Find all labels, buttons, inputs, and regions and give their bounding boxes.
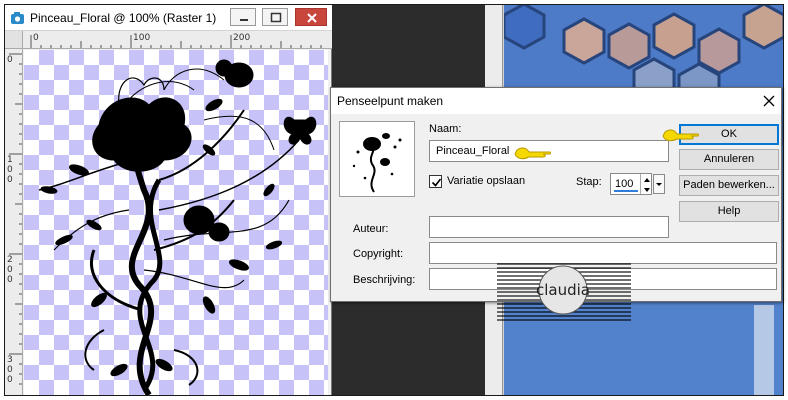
ruler-v-label: 0 [7,375,13,385]
step-value: 100 [615,178,634,190]
spin-up-button[interactable] [641,174,652,184]
save-variation-label: Variatie opslaan [447,175,526,187]
spin-down-button[interactable] [641,184,652,194]
vertical-ruler: 0 1 0 0 2 0 0 3 0 0 [5,49,23,395]
ruler-v-label: 0 [7,275,13,285]
watermark-graphic: claudia [497,263,631,321]
checkmark-icon [431,178,442,187]
ruler-v-label: 1 [7,155,13,165]
close-button[interactable] [295,8,327,26]
app-icon [11,12,24,24]
ruler-v-label: 0 [7,365,13,375]
pointing-hand-icon [514,147,551,160]
watermark-logo: claudia [497,260,631,330]
close-icon[interactable] [759,91,779,111]
step-label: Stap: [576,176,602,188]
document-window[interactable]: Pinceau_Floral @ 100% (Raster 1) 0 100 2… [5,5,332,395]
ruler-label-0: 0 [33,33,39,43]
dialog-title-bar[interactable]: Penseelpunt maken [331,88,781,114]
description-label: Beschrijving: [353,274,416,286]
ruler-label-200: 200 [233,33,251,43]
author-field[interactable] [429,216,669,238]
brush-preview [339,121,415,197]
minimize-button[interactable] [230,8,256,26]
step-spinner[interactable] [640,174,652,194]
save-variation-checkbox[interactable] [429,175,442,188]
name-label: Naam: [429,123,462,135]
close-icon [307,13,317,23]
author-label: Auteur: [353,223,389,235]
slider-arrow-icon [656,183,662,186]
canvas[interactable] [24,50,328,395]
ruler-v-label: 0 [7,265,13,275]
ruler-v-ticks [9,53,22,385]
dialog-title: Penseelpunt maken [337,94,444,108]
cancel-button[interactable]: Annuleren [679,149,779,170]
ruler-label-100: 100 [133,33,151,43]
ruler-v-label: 0 [7,165,13,175]
ruler-corner [5,31,23,49]
floral-brush-image [38,59,317,395]
pointing-hand-icon [662,129,699,142]
ruler-v-label: 3 [7,355,13,365]
help-button[interactable]: Help [679,201,779,222]
brush-preview-image [352,133,402,193]
maximize-icon [270,12,282,23]
watermark-text: claudia [536,281,590,299]
ruler-v-label: 0 [7,175,13,185]
document-title: Pinceau_Floral @ 100% (Raster 1) [30,11,217,25]
horizontal-ruler: 0 100 200 [23,31,332,49]
ruler-ticks [30,35,322,48]
spin-down-icon [644,188,650,192]
edit-paths-button[interactable]: Paden bewerken... [679,175,779,196]
step-slider-button[interactable] [653,174,665,194]
minimize-icon [240,19,248,21]
copyright-label: Copyright: [353,248,404,260]
step-focus-underline [614,190,638,192]
ruler-v-label: 0 [7,55,13,65]
maximize-button[interactable] [262,8,288,26]
document-title-bar[interactable]: Pinceau_Floral @ 100% (Raster 1) [5,5,332,31]
ruler-v-label: 2 [7,255,13,265]
